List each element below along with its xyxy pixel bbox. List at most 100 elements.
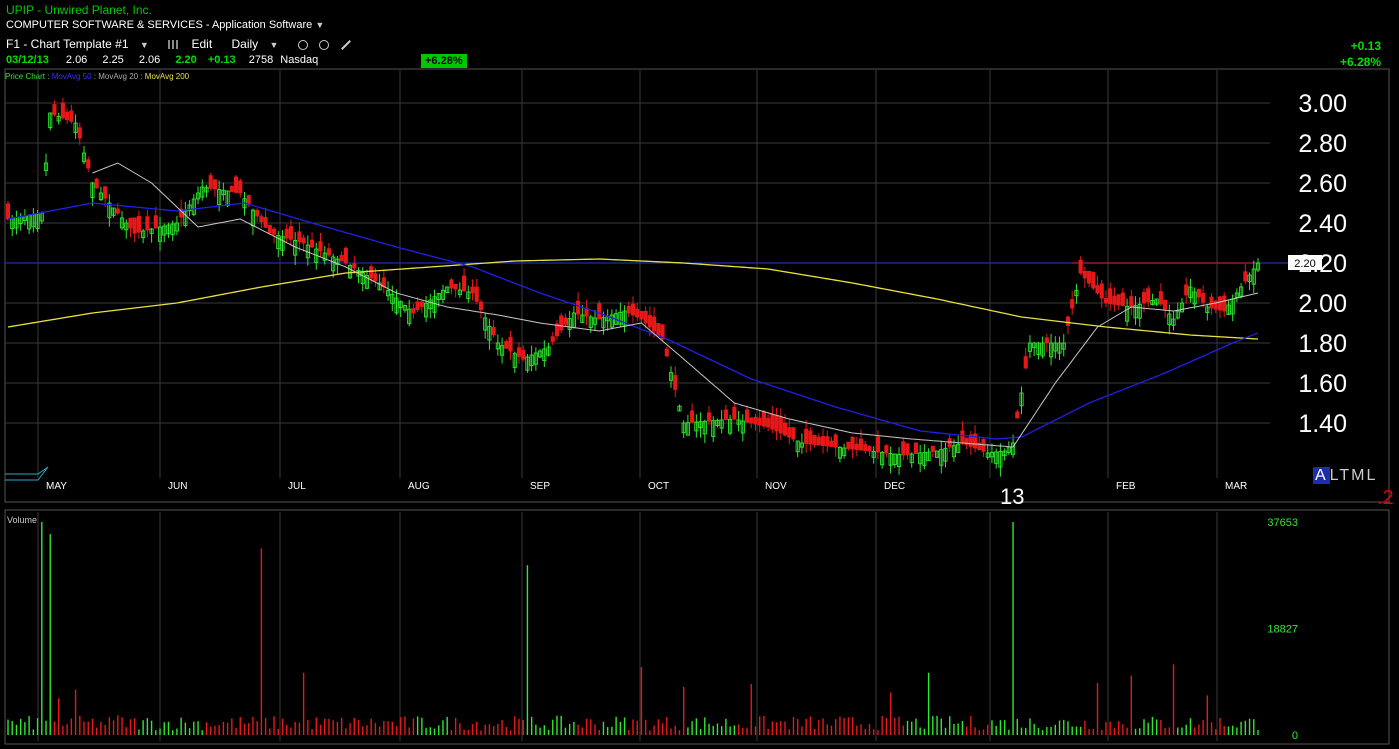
- x-tick-label: 13: [1000, 484, 1024, 509]
- y-tick-label: 1.40: [1298, 410, 1347, 438]
- candle: [1255, 258, 1261, 273]
- candle: [592, 309, 598, 332]
- candle: [73, 114, 78, 139]
- candle: [60, 97, 65, 120]
- candle: [799, 433, 804, 454]
- candle: [297, 222, 302, 252]
- candle-body: [65, 111, 70, 121]
- candle: [858, 429, 864, 451]
- candle: [500, 337, 505, 364]
- candle: [913, 442, 918, 454]
- volume-tick-label: 18827: [1267, 623, 1298, 635]
- candle: [428, 293, 433, 319]
- candle-body: [449, 279, 454, 289]
- candle: [495, 334, 500, 356]
- candle: [740, 414, 745, 442]
- scroll-marker-icon: [5, 466, 49, 481]
- candle: [939, 440, 944, 474]
- candle-body: [626, 305, 631, 314]
- candle-body: [782, 422, 788, 436]
- red-indicator-digit: .2: [1377, 487, 1394, 509]
- chart-type-buttons[interactable]: A LTML: [1313, 467, 1377, 485]
- candle: [1150, 293, 1155, 306]
- candle-body: [77, 127, 82, 139]
- y-tick-label: 2.60: [1298, 170, 1347, 198]
- candle-body: [369, 266, 374, 279]
- candle-body: [1201, 292, 1206, 303]
- candle: [318, 232, 323, 257]
- candle-body: [825, 436, 830, 447]
- price-volume-chart[interactable]: 3.00 2.80 2.60 2.40 2.20 2.00 1.80 1.60 1.40 MAY J…: [0, 0, 1399, 749]
- candle-body: [1070, 299, 1075, 309]
- candle: [584, 299, 589, 325]
- candle: [732, 403, 737, 421]
- candle: [825, 430, 830, 453]
- candle: [567, 311, 572, 338]
- candle-body: [1209, 296, 1214, 309]
- candle: [935, 450, 940, 458]
- candle: [690, 403, 695, 424]
- ma20-line: [92, 162, 1259, 448]
- candle-body: [516, 347, 522, 357]
- candle: [457, 282, 462, 298]
- candle: [377, 273, 382, 291]
- candle-body: [706, 412, 712, 422]
- candle: [525, 354, 530, 373]
- candle-body: [128, 217, 133, 229]
- candle-body: [597, 303, 602, 320]
- candle: [119, 211, 125, 231]
- candle-body: [288, 226, 293, 240]
- candle: [187, 200, 192, 217]
- candle: [1120, 288, 1125, 307]
- candle-body: [1116, 294, 1121, 306]
- candle: [1061, 334, 1066, 357]
- candle: [538, 348, 543, 359]
- candle-body: [246, 194, 251, 205]
- candle: [229, 185, 234, 193]
- candle: [681, 420, 686, 438]
- candle-body: [749, 417, 754, 424]
- candle: [86, 156, 91, 172]
- candle: [989, 443, 995, 464]
- candle: [141, 228, 146, 244]
- candle: [1243, 264, 1248, 284]
- candle: [1112, 287, 1117, 312]
- candle: [1078, 256, 1083, 275]
- candle: [462, 268, 467, 292]
- candle: [981, 438, 986, 457]
- candle: [191, 194, 196, 217]
- candle: [1095, 276, 1100, 295]
- candle: [1205, 304, 1210, 321]
- candle-body: [1044, 337, 1049, 344]
- candle-body: [854, 443, 859, 450]
- candle-body: [905, 443, 910, 455]
- price-tag-label: 2.20: [1294, 258, 1315, 270]
- x-tick-label: JUN: [168, 481, 187, 492]
- candle: [81, 145, 87, 165]
- candle: [504, 339, 509, 349]
- candle: [888, 446, 893, 474]
- candle: [1201, 285, 1206, 308]
- candle: [571, 306, 576, 329]
- candle: [364, 269, 370, 290]
- candle: [348, 263, 353, 280]
- candle-body: [259, 216, 264, 223]
- candle: [1158, 283, 1163, 307]
- chart-type-a: A: [1313, 467, 1330, 484]
- candle-body: [947, 438, 952, 448]
- candle-body: [263, 217, 268, 228]
- candle-body: [761, 411, 766, 427]
- candle: [896, 447, 902, 475]
- candle: [1146, 285, 1151, 307]
- candle-body: [770, 414, 775, 430]
- candle-body: [829, 440, 834, 447]
- candle: [276, 231, 281, 258]
- candle-body: [647, 315, 652, 328]
- candle: [812, 434, 817, 448]
- candle: [1239, 283, 1244, 299]
- candle-body: [1120, 292, 1125, 307]
- candle: [998, 443, 1003, 477]
- candle-body: [478, 301, 484, 311]
- candle: [153, 206, 158, 229]
- candle-body: [778, 417, 783, 434]
